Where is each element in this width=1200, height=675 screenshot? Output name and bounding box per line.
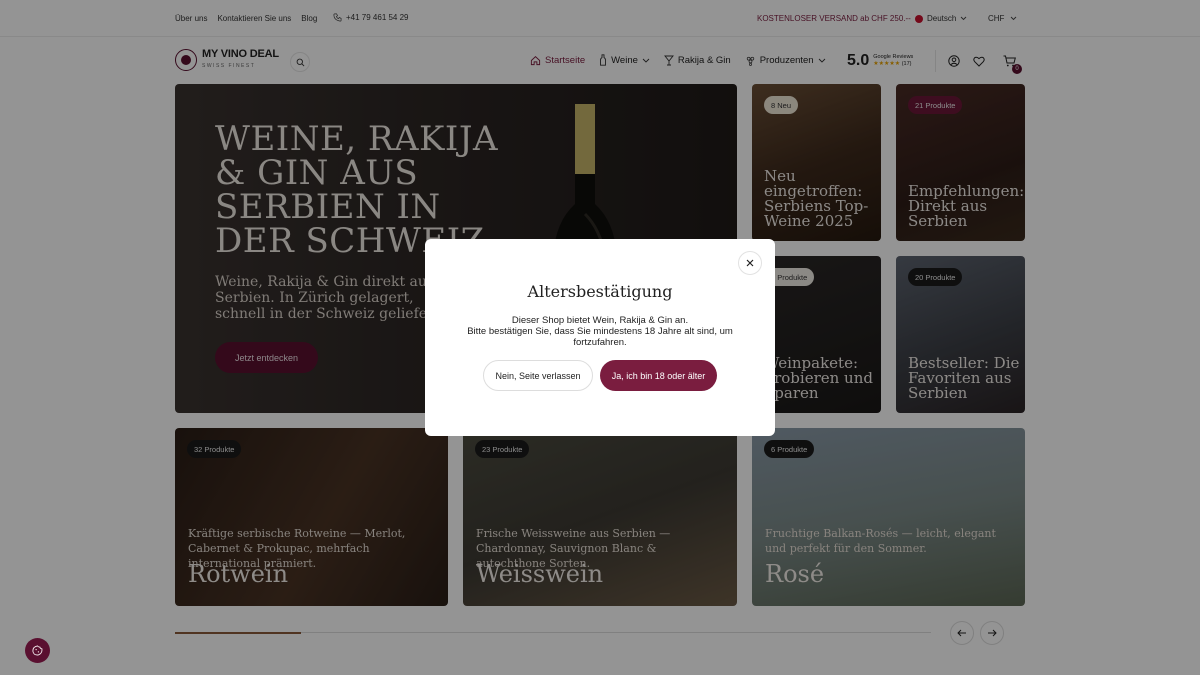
cookie-settings-button[interactable] bbox=[25, 638, 50, 663]
modal-text: Dieser Shop bietet Wein, Rakija & Gin an… bbox=[450, 315, 750, 348]
confirm-age-button[interactable]: Ja, ich bin 18 oder älter bbox=[600, 360, 717, 391]
modal-text-line-2: Bitte bestätigen Sie, dass Sie mindesten… bbox=[467, 326, 733, 348]
close-icon bbox=[746, 259, 754, 267]
leave-site-button[interactable]: Nein, Seite verlassen bbox=[483, 360, 593, 391]
cookie-icon bbox=[32, 645, 43, 656]
modal-title: Altersbestätigung bbox=[527, 282, 673, 301]
close-button[interactable] bbox=[738, 251, 762, 275]
age-verification-modal: Altersbestätigung Dieser Shop bietet Wei… bbox=[425, 239, 775, 436]
modal-text-line-1: Dieser Shop bietet Wein, Rakija & Gin an… bbox=[511, 315, 689, 326]
